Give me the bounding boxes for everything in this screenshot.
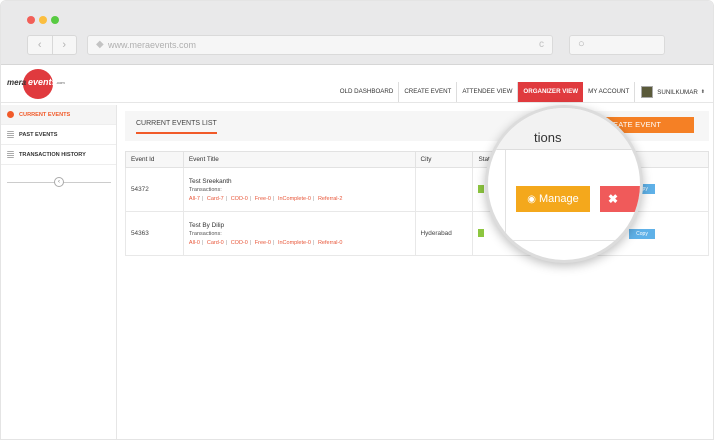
transaction-link-card[interactable]: Card-0 <box>207 240 224 246</box>
sidebar-item-label: CURRENT EVENTS <box>19 111 71 118</box>
transaction-link-free[interactable]: Free-0 <box>255 196 271 202</box>
transaction-links: All-7 | Card-7 | COD-0 | Free-0 | InComplete… <box>188 195 343 202</box>
logo-text-mera: mera <box>7 78 27 87</box>
magnified-actions-heading: tions <box>534 130 562 145</box>
transaction-link-referral[interactable]: Referral-0 <box>318 240 342 246</box>
logo-text-com: .com <box>56 80 65 85</box>
event-title-cell: Test By Dilip Transactions: All-0 | Card-… <box>182 211 416 256</box>
status-badge <box>478 184 485 193</box>
event-id: 54372 <box>125 167 184 212</box>
site-icon: ◆ <box>96 39 104 50</box>
transaction-link-all[interactable]: All-7 <box>189 196 200 202</box>
event-id: 54363 <box>125 211 184 256</box>
collapse-icon[interactable]: ‹ <box>54 177 64 187</box>
zoom-magnifier: tions ◉ Manage ✖ <box>485 105 643 263</box>
browser-search[interactable]: ○ <box>569 35 665 55</box>
transaction-link-cod[interactable]: COD-0 <box>231 240 248 246</box>
history-nav: ‹ › <box>27 35 77 55</box>
browser-window: ‹ › ◆ www.meraevents.com c ○ mera events… <box>0 0 714 440</box>
eye-icon: ◉ <box>527 194 536 205</box>
meraevents-logo[interactable]: mera events .com <box>7 69 67 99</box>
delete-button[interactable]: ✖ <box>600 186 640 212</box>
transaction-link-incomplete[interactable]: InComplete-0 <box>278 196 311 202</box>
back-icon[interactable]: ‹ <box>28 36 53 54</box>
transaction-link-referral[interactable]: Referral-2 <box>318 196 342 202</box>
transactions-label: Transactions: <box>188 186 222 193</box>
forward-icon[interactable]: › <box>53 36 77 54</box>
magnified-row-divider <box>488 240 640 241</box>
close-icon: ✖ <box>608 192 619 206</box>
sidebar-item-transaction-history[interactable]: TRANSACTION HISTORY <box>1 145 116 165</box>
copy-button[interactable]: Copy <box>629 229 655 239</box>
column-header-event-title: Event Title <box>182 151 416 168</box>
nav-organizer-view[interactable]: ORGANIZER VIEW <box>518 82 584 102</box>
status-badge <box>478 228 485 237</box>
search-icon: ○ <box>578 38 585 50</box>
magnified-header: tions <box>488 108 640 150</box>
column-header-event-id: Event Id <box>125 151 184 168</box>
event-title-cell: Test Sreekanth Transactions: All-7 | Card… <box>182 167 416 212</box>
chevron-updown-icon: ⬍ <box>700 89 705 95</box>
avatar <box>641 86 654 98</box>
address-bar[interactable]: ◆ www.meraevents.com c <box>87 35 553 55</box>
event-city <box>414 167 474 212</box>
nav-create-event[interactable]: CREATE EVENT <box>399 82 458 102</box>
current-events-icon <box>7 111 14 118</box>
transaction-link-card[interactable]: Card-7 <box>207 196 224 202</box>
sidebar-item-label: PAST EVENTS <box>19 131 58 138</box>
user-name: SUNILKUMAR <box>657 88 698 96</box>
top-navigation: OLD DASHBOARD CREATE EVENT ATTENDEE VIEW… <box>335 82 705 102</box>
user-menu[interactable]: SUNILKUMAR ⬍ <box>635 82 705 102</box>
transaction-link-cod[interactable]: COD-0 <box>231 196 248 202</box>
event-title[interactable]: Test By Dilip <box>189 222 415 229</box>
magnified-column-divider <box>488 150 506 260</box>
manage-button[interactable]: ◉ Manage <box>516 186 590 212</box>
nav-my-account[interactable]: MY ACCOUNT <box>583 82 636 102</box>
event-city: Hyderabad <box>414 211 474 256</box>
nav-attendee-view[interactable]: ATTENDEE VIEW <box>457 82 519 102</box>
list-icon <box>7 151 14 158</box>
sidebar-item-past-events[interactable]: PAST EVENTS <box>1 125 116 145</box>
reload-icon[interactable]: c <box>539 39 544 50</box>
transactions-label: Transactions: <box>188 230 222 237</box>
maximize-window-dot[interactable] <box>51 16 59 24</box>
transaction-links: All-0 | Card-0 | COD-0 | Free-0 | InComplete… <box>188 239 343 246</box>
close-window-dot[interactable] <box>27 16 35 24</box>
minimize-window-dot[interactable] <box>39 16 47 24</box>
url-text: www.meraevents.com <box>108 40 197 50</box>
transaction-link-all[interactable]: All-0 <box>189 240 200 246</box>
sidebar-item-current-events[interactable]: CURRENT EVENTS <box>1 105 116 125</box>
site-header: mera events .com OLD DASHBOARD CREATE EV… <box>1 65 713 103</box>
manage-label: Manage <box>538 193 579 205</box>
sidebar: CURRENT EVENTS PAST EVENTS TRANSACTION H… <box>1 105 117 439</box>
nav-old-dashboard[interactable]: OLD DASHBOARD <box>335 82 400 102</box>
event-title[interactable]: Test Sreekanth <box>189 178 415 185</box>
list-icon <box>7 131 14 138</box>
transaction-link-free[interactable]: Free-0 <box>255 240 271 246</box>
transaction-link-incomplete[interactable]: InComplete-0 <box>278 240 311 246</box>
column-header-city: City <box>414 151 474 168</box>
sidebar-item-label: TRANSACTION HISTORY <box>19 151 86 158</box>
page-title: CURRENT EVENTS LIST <box>136 120 217 134</box>
sidebar-collapse: ‹ <box>7 177 111 187</box>
logo-text-events: events <box>28 77 57 87</box>
browser-chrome: ‹ › ◆ www.meraevents.com c ○ <box>1 1 713 65</box>
